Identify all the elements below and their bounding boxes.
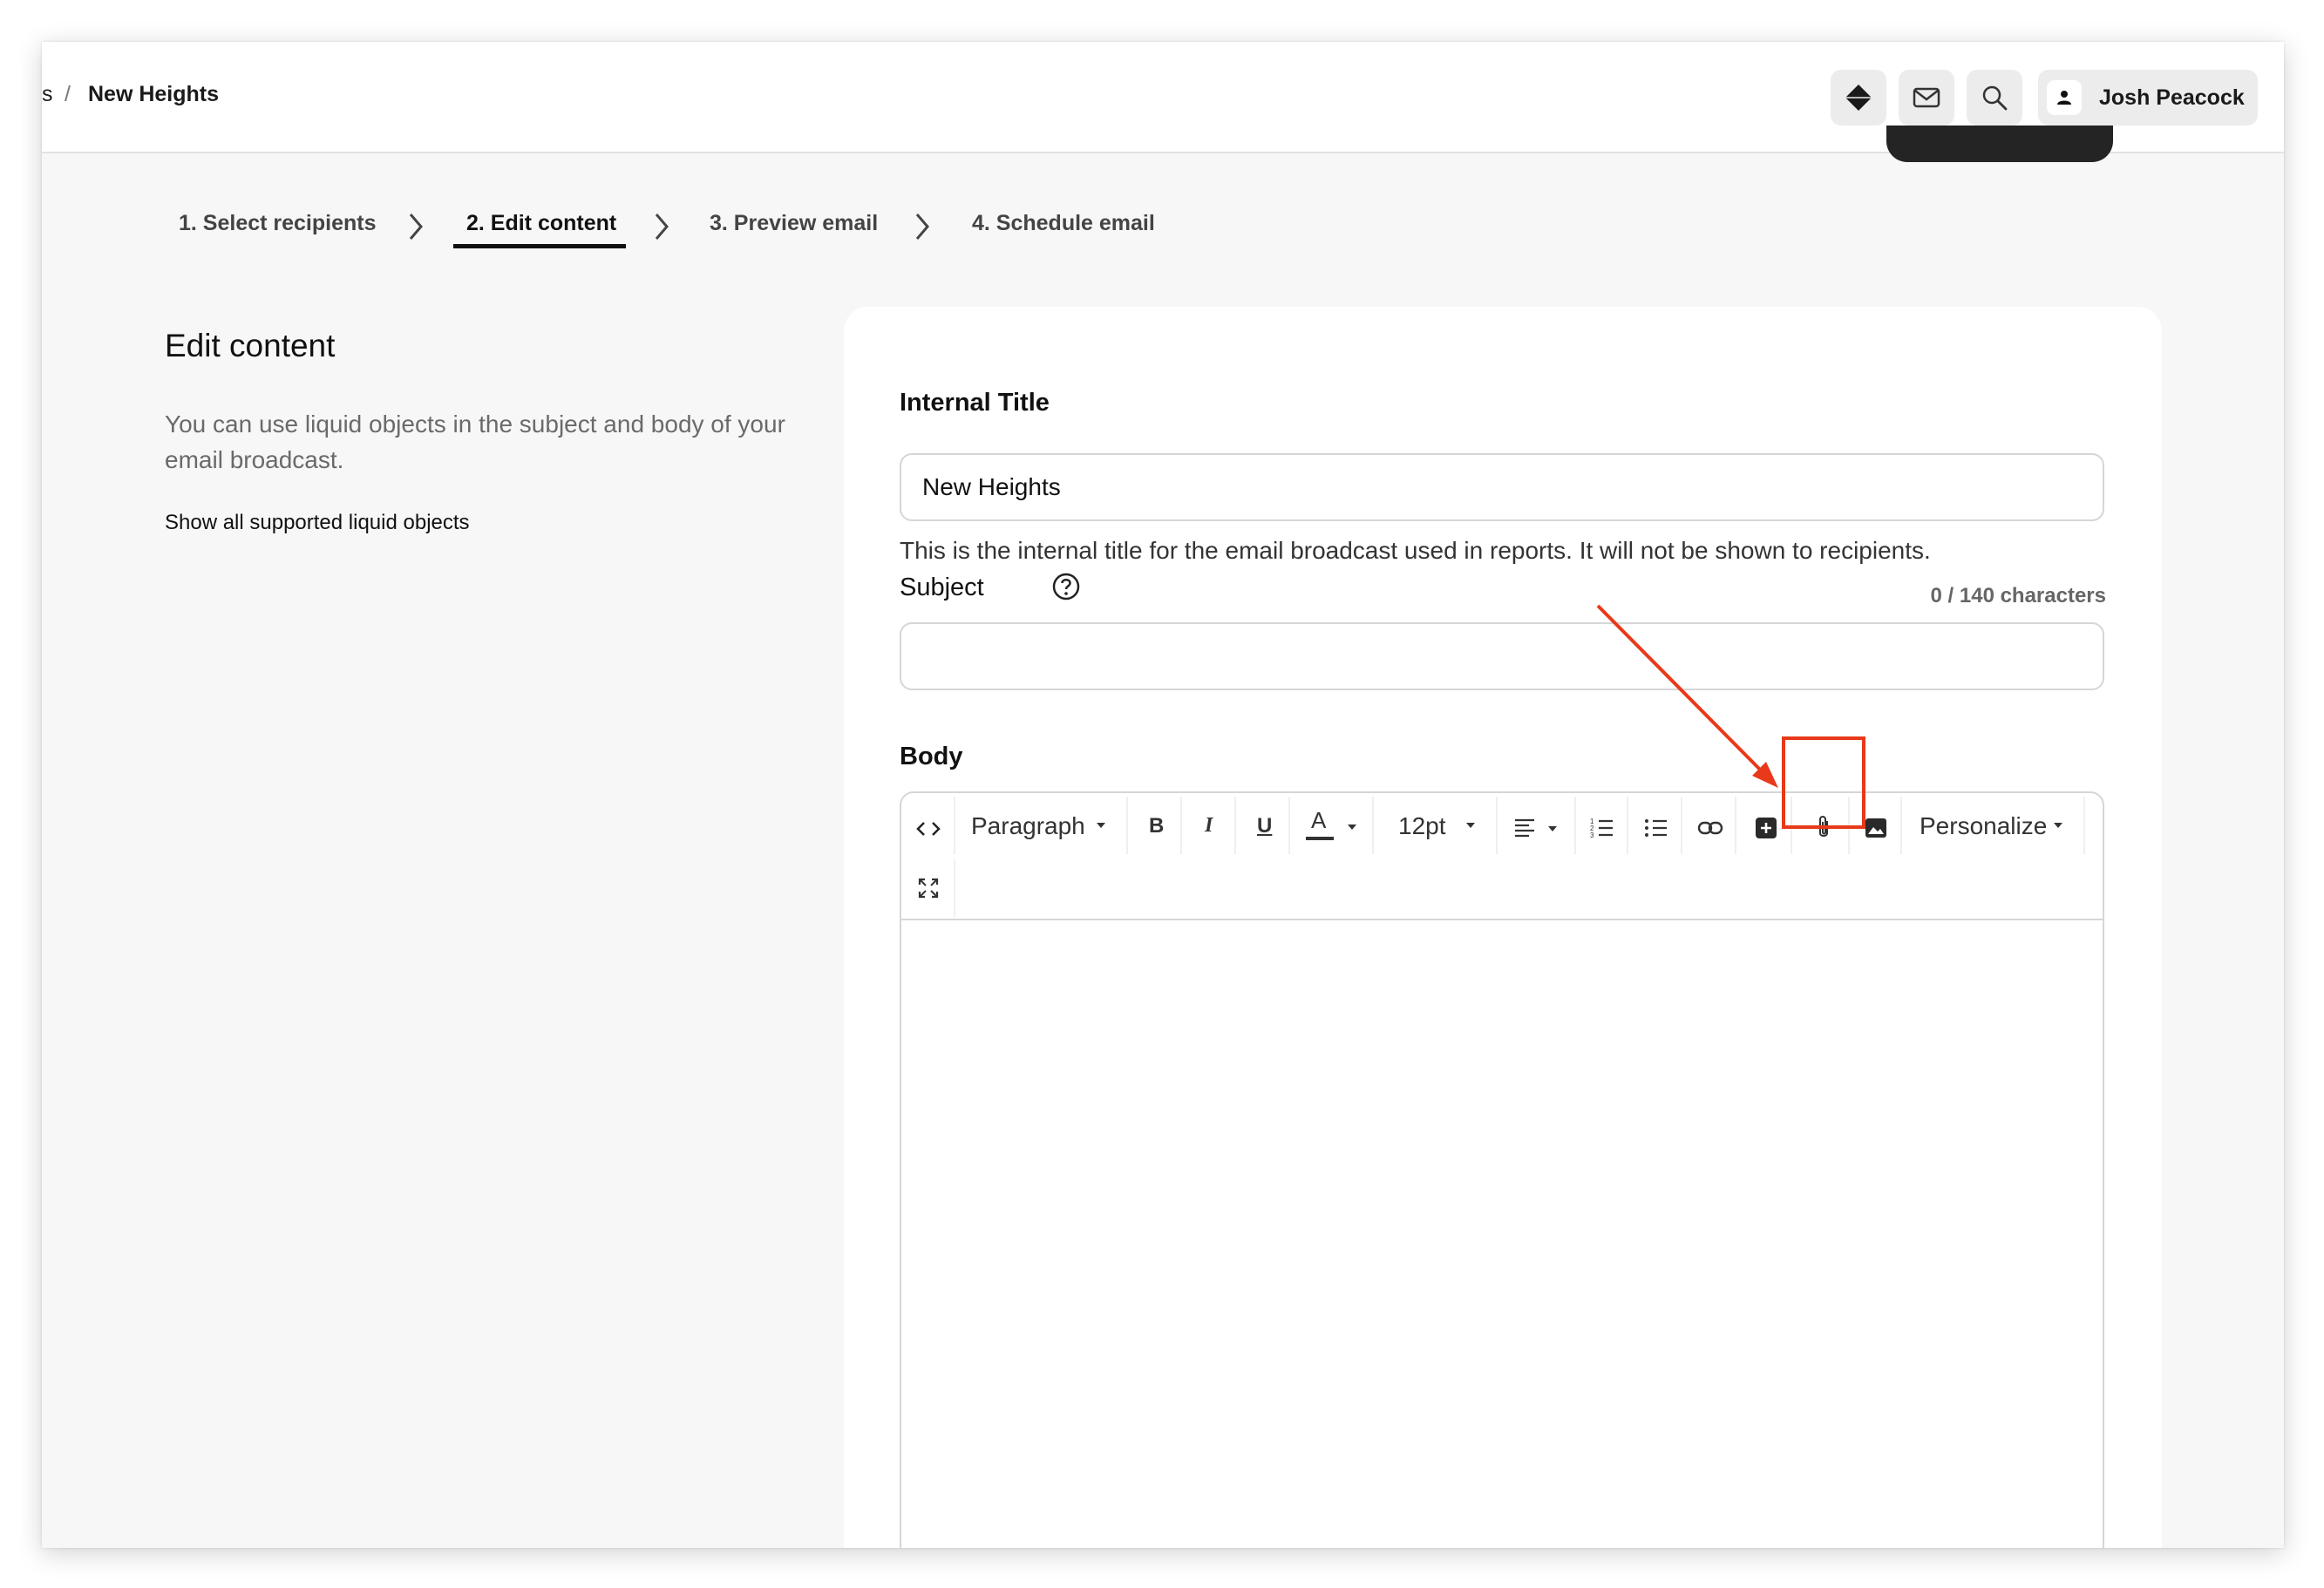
bulleted-list-icon	[1645, 819, 1667, 837]
step-edit-content[interactable]: 2. Edit content	[466, 211, 616, 236]
mail-icon	[1913, 87, 1940, 108]
svg-text:3: 3	[1590, 831, 1594, 839]
internal-title-input[interactable]	[900, 453, 2104, 521]
personalize-dropdown[interactable]: Personalize	[1920, 812, 2047, 840]
body-label: Body	[900, 743, 963, 770]
subject-character-count: 0 / 140 characters	[1930, 584, 2106, 607]
toolbar-separator	[954, 859, 955, 917]
section-title: Edit content	[165, 328, 336, 363]
bulleted-list-button[interactable]	[1641, 812, 1672, 844]
toolbar-separator	[1574, 797, 1576, 854]
liquid-objects-link[interactable]: Show all supported liquid objects	[165, 511, 470, 535]
content-card: Internal Title This is the internal titl…	[844, 307, 2162, 1548]
toolbar-separator	[1180, 797, 1182, 854]
breadcrumb-parent[interactable]: s	[42, 82, 53, 107]
step-preview-email[interactable]: 3. Preview email	[710, 211, 878, 236]
help-icon[interactable]	[1051, 572, 1081, 601]
add-block-icon	[1756, 818, 1777, 838]
font-size-dropdown[interactable]: 12pt	[1398, 812, 1446, 840]
image-icon	[1865, 818, 1886, 838]
subject-input[interactable]	[900, 622, 2104, 690]
text-color-swatch	[1306, 837, 1334, 840]
insert-block-button[interactable]	[1750, 812, 1782, 844]
internal-title-label: Internal Title	[900, 389, 1050, 417]
toolbar-separator	[1681, 797, 1682, 854]
paragraph-format-dropdown[interactable]: Paragraph	[971, 812, 1085, 840]
mail-button[interactable]	[1899, 70, 1954, 126]
breadcrumb-current: New Heights	[88, 82, 220, 106]
user-menu-button[interactable]: Josh Peacock	[2038, 70, 2258, 126]
numbered-list-button[interactable]: 1 2 3	[1587, 812, 1618, 844]
diamond-button[interactable]	[1831, 70, 1886, 126]
subject-label: Subject	[900, 573, 984, 601]
primary-action-button[interactable]	[1886, 126, 2113, 162]
source-code-button[interactable]	[912, 812, 945, 845]
step-select-recipients[interactable]: 1. Select recipients	[179, 211, 377, 236]
align-left-icon	[1515, 818, 1557, 838]
fullscreen-button[interactable]	[914, 873, 943, 903]
chevron-right-icon	[915, 214, 929, 240]
numbered-list-icon: 1 2 3	[1590, 818, 1613, 839]
breadcrumb-separator: /	[65, 82, 71, 106]
user-name: Josh Peacock	[2099, 85, 2245, 110]
caret-down-icon	[2054, 823, 2062, 828]
chevron-right-icon	[409, 214, 423, 240]
caret-down-icon	[1466, 823, 1475, 828]
caret-down-icon	[1348, 825, 1356, 830]
expand-icon	[918, 878, 939, 899]
step-schedule-email[interactable]: 4. Schedule email	[972, 211, 1155, 236]
toolbar-separator	[2083, 797, 2085, 854]
toolbar-separator	[1735, 797, 1736, 854]
user-icon	[2057, 91, 2071, 105]
caret-down-icon	[1097, 823, 1105, 828]
text-color-button[interactable]: A	[1311, 807, 1326, 834]
rich-text-editor: Paragraph B I U A 12pt 1 2 3 Personalize	[900, 791, 2104, 1548]
code-icon	[916, 822, 941, 836]
toolbar-separator	[1900, 797, 1902, 854]
toolbar-separator	[1126, 797, 1128, 854]
search-icon	[1982, 85, 2008, 111]
chevron-right-icon	[655, 214, 669, 240]
link-icon	[1697, 821, 1723, 835]
toolbar-separator	[1627, 797, 1628, 854]
annotation-highlight-box	[1782, 736, 1865, 829]
toolbar-separator	[1372, 797, 1374, 854]
bold-button[interactable]: B	[1149, 814, 1164, 838]
toolbar-separator	[1234, 797, 1236, 854]
toolbar-separator	[954, 797, 955, 854]
toolbar-separator	[1496, 797, 1498, 854]
search-button[interactable]	[1967, 70, 2022, 126]
insert-link-button[interactable]	[1695, 812, 1726, 844]
avatar	[2047, 80, 2082, 115]
internal-title-hint: This is the internal title for the email…	[900, 537, 1931, 564]
diamond-icon	[1845, 85, 1872, 111]
app-window: s / New Heights Josh Peacock 1. Select r…	[42, 42, 2284, 1548]
italic-button[interactable]: I	[1205, 814, 1213, 838]
section-description: You can use liquid objects in the subjec…	[165, 411, 785, 473]
toolbar-separator	[1288, 797, 1290, 854]
align-dropdown[interactable]	[1510, 812, 1566, 844]
underline-button[interactable]: U	[1257, 814, 1272, 838]
active-step-indicator	[453, 244, 626, 248]
editor-body[interactable]	[901, 920, 2103, 1548]
